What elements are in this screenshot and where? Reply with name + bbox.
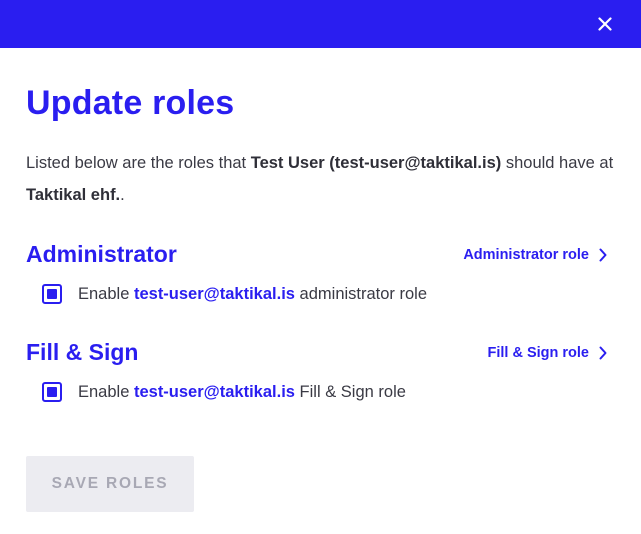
fill-sign-role-link-label: Fill & Sign role: [487, 345, 589, 361]
description-suffix: .: [120, 186, 125, 204]
description-user: Test User (test-user@taktikal.is): [250, 154, 502, 172]
fill-sign-checkbox[interactable]: [42, 382, 62, 402]
save-roles-button[interactable]: SAVE ROLES: [26, 456, 194, 512]
administrator-role-link-label: Administrator role: [463, 247, 589, 263]
option-suffix: Fill & Sign role: [294, 382, 406, 401]
close-icon: [598, 17, 612, 31]
description-middle: should have at: [501, 154, 614, 172]
user-email-link[interactable]: test-user@taktikal.is: [134, 285, 295, 304]
fill-sign-role-link[interactable]: Fill & Sign role: [487, 345, 607, 361]
fill-sign-option-row: Enable test-user@taktikal.is Fill & Sign…: [42, 382, 406, 402]
dialog-title: Update roles: [26, 84, 235, 122]
option-prefix: Enable: [78, 284, 134, 303]
administrator-role-link[interactable]: Administrator role: [463, 247, 607, 263]
option-prefix: Enable: [78, 382, 134, 401]
checkbox-check-mark: [47, 289, 57, 299]
option-suffix: administrator role: [294, 284, 428, 303]
section-heading-administrator: Administrator: [26, 241, 177, 267]
checkbox-check-mark: [47, 387, 57, 397]
section-heading-fill-sign: Fill & Sign: [26, 339, 139, 365]
dialog-description: Listed below are the roles that Test Use…: [26, 147, 616, 211]
chevron-right-icon: [599, 248, 607, 262]
dialog-header-bar: [0, 0, 641, 48]
administrator-option-row: Enable test-user@taktikal.is administrat…: [42, 284, 427, 304]
update-roles-dialog: Update roles Listed below are the roles …: [0, 0, 641, 534]
description-prefix: Listed below are the roles that: [26, 154, 251, 172]
close-button[interactable]: [593, 12, 617, 36]
administrator-checkbox[interactable]: [42, 284, 62, 304]
user-email-link[interactable]: test-user@taktikal.is: [134, 383, 295, 402]
description-company: Taktikal ehf.: [26, 186, 121, 204]
chevron-right-icon: [599, 346, 607, 360]
